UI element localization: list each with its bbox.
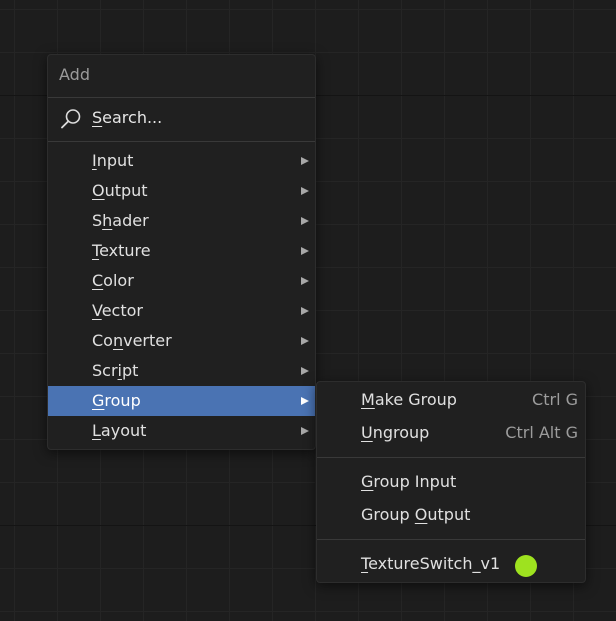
menu-item-color[interactable]: Color — [48, 266, 315, 296]
menu-item-texture[interactable]: Texture — [48, 236, 315, 266]
search-icon — [61, 109, 81, 129]
search-menu-item[interactable]: Search... — [48, 99, 315, 139]
node-group-color-swatch — [515, 555, 537, 577]
menu-item-group[interactable]: Group — [48, 386, 315, 416]
menu-title: Add — [59, 65, 90, 84]
submenu-arrow-icon — [301, 277, 309, 285]
submenu-arrow-icon — [301, 427, 309, 435]
menu-item-script[interactable]: Script — [48, 356, 315, 386]
menu-item-input[interactable]: Input — [48, 146, 315, 176]
add-menu: Add Search... Input Output Shader Textur… — [47, 54, 316, 450]
separator — [48, 97, 315, 98]
menu-item-vector[interactable]: Vector — [48, 296, 315, 326]
submenu-arrow-icon — [301, 247, 309, 255]
search-label: Search... — [92, 108, 163, 127]
submenu-arrow-icon — [301, 157, 309, 165]
shortcut-label: Ctrl G — [532, 390, 578, 409]
menu-item-layout[interactable]: Layout — [48, 416, 315, 446]
submenu-item-make-group[interactable]: Make Group Ctrl G — [317, 384, 585, 414]
separator — [317, 457, 585, 458]
submenu-arrow-icon — [301, 307, 309, 315]
submenu-arrow-icon — [301, 367, 309, 375]
menu-item-shader[interactable]: Shader — [48, 206, 315, 236]
shortcut-label: Ctrl Alt G — [505, 423, 578, 442]
submenu-arrow-icon — [301, 337, 309, 345]
submenu-item-textureswitch[interactable]: TextureSwitch_v1 — [317, 548, 585, 578]
group-submenu: Make Group Ctrl G Ungroup Ctrl Alt G Gro… — [316, 381, 586, 583]
separator — [48, 141, 315, 142]
submenu-item-group-output[interactable]: Group Output — [317, 499, 585, 529]
menu-item-output[interactable]: Output — [48, 176, 315, 206]
submenu-arrow-icon — [301, 217, 309, 225]
menu-item-converter[interactable]: Converter — [48, 326, 315, 356]
submenu-item-ungroup[interactable]: Ungroup Ctrl Alt G — [317, 417, 585, 447]
submenu-arrow-icon — [301, 187, 309, 195]
submenu-arrow-icon — [301, 397, 309, 405]
separator — [317, 539, 585, 540]
submenu-item-group-input[interactable]: Group Input — [317, 466, 585, 496]
